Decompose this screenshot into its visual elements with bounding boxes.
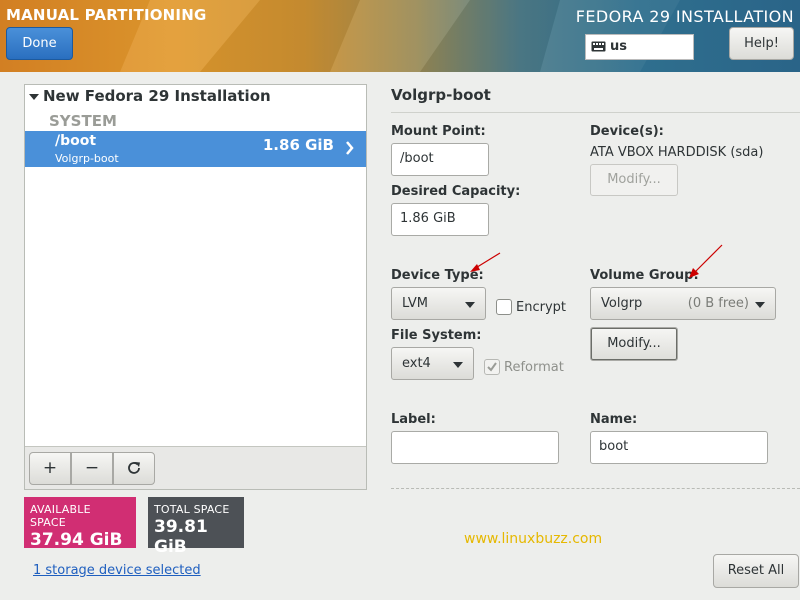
installation-tree-header[interactable]: New Fedora 29 Installation [29, 87, 271, 105]
file-system-value: ext4 [402, 356, 431, 371]
system-group-label: SYSTEM [49, 112, 117, 130]
device-type-label: Device Type: [391, 268, 484, 283]
chevron-right-icon [346, 141, 354, 155]
detail-title: Volgrp-boot [391, 86, 491, 104]
devices-label: Device(s): [590, 124, 664, 139]
partition-tree-panel: New Fedora 29 Installation SYSTEM /boot … [24, 84, 367, 490]
add-partition-button[interactable]: + [29, 452, 71, 485]
header-banner: MANUAL PARTITIONING FEDORA 29 INSTALLATI… [0, 0, 800, 72]
mount-point-input[interactable]: /boot [391, 143, 489, 176]
refresh-icon [128, 462, 140, 474]
page-title: MANUAL PARTITIONING [6, 6, 207, 24]
available-space-value: 37.94 GiB [30, 530, 123, 550]
remove-partition-button[interactable]: − [71, 452, 113, 485]
detail-divider [391, 112, 800, 113]
available-space-box: AVAILABLE SPACE 37.94 GiB [24, 497, 136, 550]
dropdown-arrow-icon [453, 362, 463, 368]
watermark-text: www.linuxbuzz.com [464, 531, 603, 547]
file-system-dropdown[interactable]: ext4 [391, 347, 474, 380]
done-button[interactable]: Done [6, 27, 73, 60]
device-type-dropdown[interactable]: LVM [391, 287, 486, 320]
name-field-label: Name: [590, 412, 638, 427]
keyboard-layout-indicator[interactable]: us [585, 34, 694, 60]
volume-group-modify-button[interactable]: Modify... [590, 327, 678, 361]
file-system-label: File System: [391, 328, 482, 343]
installation-title: FEDORA 29 INSTALLATION [575, 7, 794, 26]
dropdown-arrow-icon [755, 302, 765, 308]
installation-tree-label: New Fedora 29 Installation [43, 87, 271, 105]
checkmark-icon [487, 362, 497, 372]
keyboard-layout-label: us [610, 39, 627, 54]
desired-capacity-label: Desired Capacity: [391, 184, 521, 199]
partition-row-boot[interactable]: /boot Volgrp-boot 1.86 GiB [25, 131, 366, 167]
reset-all-button[interactable]: Reset All [713, 554, 799, 588]
encrypt-checkbox[interactable] [496, 299, 512, 315]
partition-toolbar: + − [25, 446, 366, 489]
expander-arrow-icon [29, 93, 39, 100]
label-field-label: Label: [391, 412, 436, 427]
devices-modify-button[interactable]: Modify... [590, 164, 678, 196]
reformat-checkbox[interactable] [484, 359, 500, 375]
storage-devices-link[interactable]: 1 storage device selected [33, 563, 201, 578]
total-space-value: 39.81 GiB [154, 517, 208, 557]
available-space-label: AVAILABLE SPACE [30, 503, 91, 529]
help-button[interactable]: Help! [729, 27, 794, 60]
mount-point-label: Mount Point: [391, 124, 486, 139]
partition-volume-name: Volgrp-boot [55, 152, 119, 165]
total-space-box: TOTAL SPACE 39.81 GiB [148, 497, 244, 557]
total-space-label: TOTAL SPACE [154, 503, 230, 516]
keyboard-icon [591, 41, 606, 52]
encrypt-label: Encrypt [516, 300, 566, 315]
dashed-separator [391, 488, 800, 489]
volume-group-free-space: (0 B free) [687, 296, 749, 311]
name-input[interactable]: boot [590, 431, 768, 464]
desired-capacity-input[interactable]: 1.86 GiB [391, 203, 489, 236]
device-type-value: LVM [402, 296, 428, 311]
dropdown-arrow-icon [465, 302, 475, 308]
volume-group-dropdown[interactable]: Volgrp (0 B free) [590, 287, 776, 320]
label-input[interactable] [391, 431, 559, 464]
devices-value: ATA VBOX HARDDISK (sda) [590, 145, 764, 160]
volume-group-label: Volume Group: [590, 268, 699, 283]
partition-mount-point: /boot [55, 133, 97, 149]
reformat-label: Reformat [504, 360, 564, 375]
refresh-button[interactable] [113, 452, 155, 485]
partition-size: 1.86 GiB [262, 136, 334, 154]
volume-group-value: Volgrp [601, 296, 643, 311]
